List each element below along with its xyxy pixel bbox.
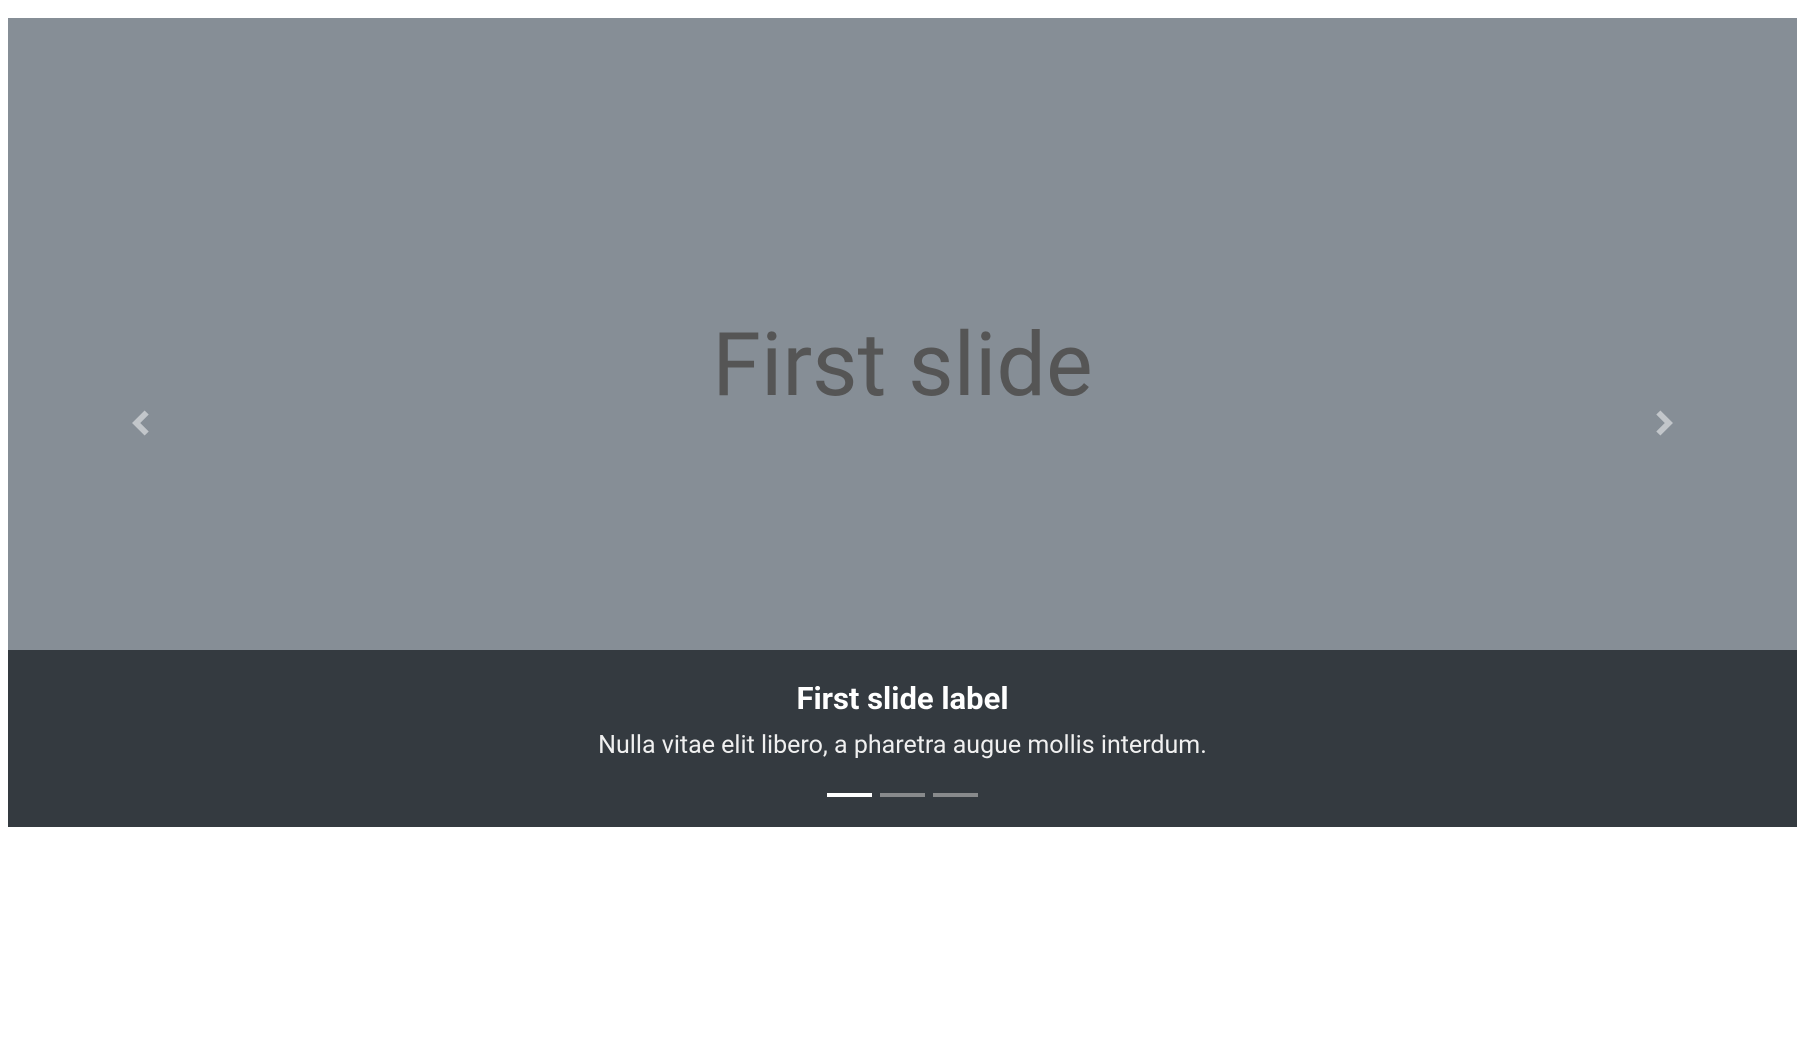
carousel-indicators (8, 793, 1797, 797)
carousel-indicator-3[interactable] (933, 793, 978, 797)
carousel: First slide First slide label Nulla vita… (8, 18, 1797, 827)
carousel-indicator-2[interactable] (880, 793, 925, 797)
caption-body: Nulla vitae elit libero, a pharetra augu… (28, 731, 1777, 760)
chevron-left-icon (128, 409, 156, 437)
chevron-right-icon (1649, 409, 1677, 437)
carousel-prev-button[interactable] (8, 18, 276, 827)
carousel-next-button[interactable] (1529, 18, 1797, 827)
caption-title: First slide label (28, 680, 1777, 717)
carousel-indicator-1[interactable] (827, 793, 872, 797)
